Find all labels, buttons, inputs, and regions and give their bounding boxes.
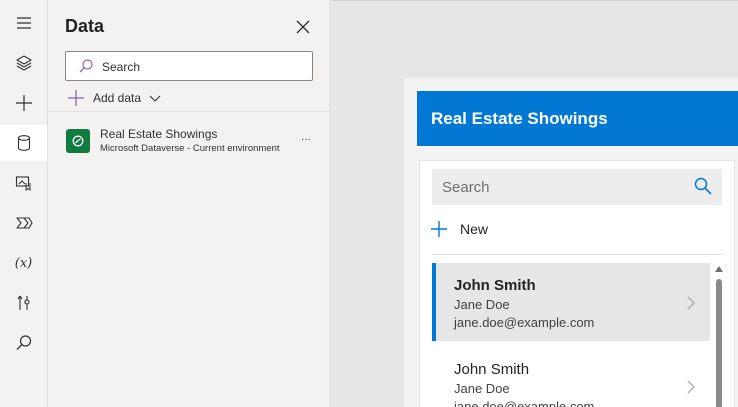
layers-icon: [15, 55, 32, 71]
pane-title: Data: [65, 16, 105, 36]
app-search-placeholder: Search: [442, 179, 490, 196]
data-button[interactable]: [0, 125, 47, 161]
search-button[interactable]: [0, 325, 47, 361]
add-data-label: Add data: [93, 91, 142, 105]
app-title: Real Estate Showings: [431, 109, 608, 128]
advanced-tools-button[interactable]: [0, 285, 47, 321]
power-automate-button[interactable]: [0, 205, 47, 241]
variables-button[interactable]: (x): [0, 245, 47, 281]
data-pane: Data Search Add data Real Estate Showing…: [48, 0, 330, 407]
left-rail: (x): [0, 0, 48, 407]
selection-indicator: [432, 263, 436, 341]
item-title: John Smith: [454, 361, 530, 378]
search-icon: [79, 59, 93, 73]
app-screen: Real Estate Showings Search New John Smi…: [404, 78, 738, 407]
item-title: John Smith: [454, 277, 536, 294]
plus-icon: [431, 221, 447, 237]
search-placeholder: Search: [102, 60, 141, 74]
scrollbar[interactable]: [714, 265, 724, 407]
canvas: Real Estate Showings Search New John Smi…: [331, 0, 738, 407]
power-automate-icon: [15, 217, 33, 229]
dataverse-icon: [66, 129, 90, 153]
add-data-button[interactable]: Add data: [67, 88, 161, 108]
search-icon: [16, 335, 31, 350]
variables-icon: (x): [14, 255, 33, 271]
media-button[interactable]: [0, 165, 47, 201]
search-icon: [694, 177, 712, 195]
media-icon: [15, 176, 30, 191]
list-item[interactable]: John Smith Jane Doe jane.doe@example.com: [432, 263, 710, 341]
hamburger-icon: [16, 17, 31, 29]
divider: [48, 111, 329, 112]
tools-icon: [17, 295, 30, 310]
app-header: Real Estate Showings: [417, 91, 738, 146]
list-item[interactable]: John Smith Jane Doe jane.doe@example.com: [432, 347, 710, 407]
data-source-name: Real Estate Showings: [100, 127, 218, 141]
close-icon[interactable]: [294, 18, 312, 36]
data-source-subtitle: Microsoft Dataverse - Current environmen…: [100, 143, 280, 154]
chevron-down-icon: [149, 95, 161, 102]
more-options-button[interactable]: ...: [301, 129, 311, 143]
insert-button[interactable]: [0, 85, 47, 121]
database-icon: [17, 135, 30, 151]
plus-icon: [15, 95, 32, 111]
item-email: jane.doe@example.com: [454, 315, 595, 330]
new-label: New: [460, 221, 489, 237]
scroll-up-icon[interactable]: [715, 265, 723, 273]
app-search-input[interactable]: Search: [432, 169, 722, 205]
gallery: John Smith Jane Doe jane.doe@example.com…: [432, 263, 710, 407]
scrollbar-thumb[interactable]: [716, 279, 722, 407]
app-body: Search New John Smith Jane Doe jane.doe@…: [419, 160, 735, 407]
data-source-item[interactable]: Real Estate Showings Microsoft Dataverse…: [65, 127, 325, 157]
item-name: Jane Doe: [454, 381, 510, 396]
tree-view-button[interactable]: [0, 45, 47, 81]
item-email: jane.doe@example.com: [454, 399, 595, 407]
chevron-right-icon[interactable]: [685, 379, 697, 395]
new-button[interactable]: New: [428, 217, 488, 241]
divider: [432, 254, 722, 255]
plus-icon: [68, 90, 84, 106]
chevron-right-icon[interactable]: [685, 295, 697, 311]
hamburger-menu-button[interactable]: [0, 5, 47, 41]
item-name: Jane Doe: [454, 297, 510, 312]
data-search-input[interactable]: Search: [65, 51, 313, 81]
